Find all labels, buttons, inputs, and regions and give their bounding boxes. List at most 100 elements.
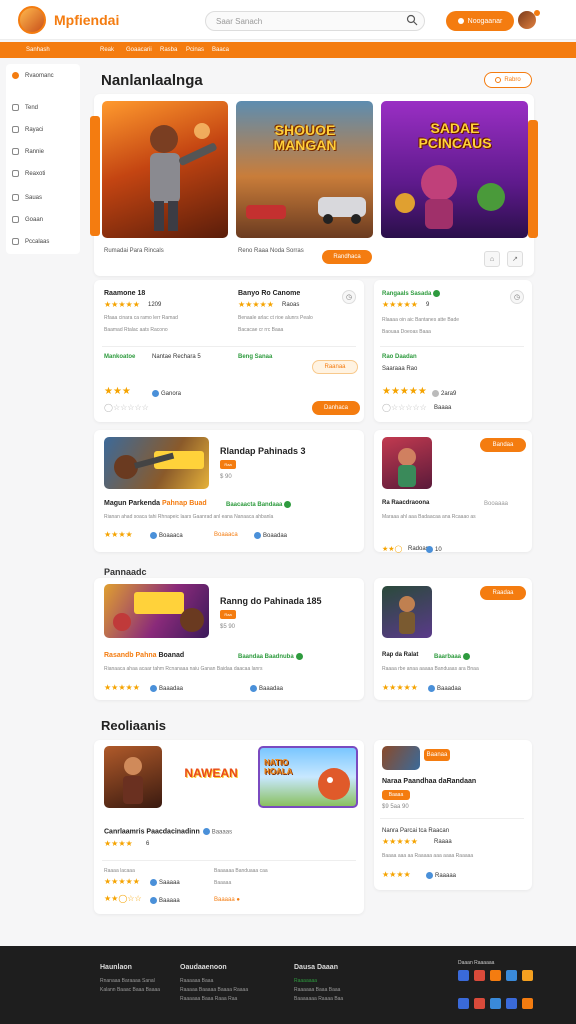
facebook-icon[interactable] (458, 970, 469, 981)
sidebar-item[interactable]: Sauas (12, 194, 42, 201)
tag-badge: Baanaa (424, 749, 450, 761)
verified-icon (295, 653, 303, 660)
footer-link[interactable]: Raaaaa Baaaaa Baaaa Raaaa (180, 987, 248, 993)
footer-link[interactable]: Kalann Baaac Baaa Baaaa (100, 987, 160, 993)
rss-icon[interactable] (522, 998, 533, 1009)
logo-text[interactable]: Mpfiendai (54, 12, 119, 28)
nav-item[interactable]: Pcinas (186, 47, 204, 53)
description: Baouaa Doeoas Baaa (382, 329, 431, 335)
list-icon (12, 148, 19, 155)
youtube-icon[interactable] (474, 970, 485, 981)
more-icon[interactable]: ◷ (510, 290, 524, 304)
rss-icon[interactable] (490, 970, 501, 981)
game-thumbnail[interactable]: NAWEAN (170, 746, 252, 808)
logo-avatar[interactable] (18, 6, 46, 34)
sidebar-item[interactable]: Pccalaas (12, 238, 49, 245)
page-title: Nanlanlaalnga (101, 72, 203, 89)
signin-button[interactable]: Noogaanar (446, 11, 514, 31)
home-icon[interactable]: ⌂ (484, 251, 500, 267)
nav-item[interactable]: Baaca (212, 47, 229, 53)
description: Baaaaaa Banduaaa caa (214, 868, 268, 874)
sidebar-item[interactable]: Goaan (12, 216, 43, 223)
info-icon (150, 685, 157, 692)
twitter-icon[interactable] (506, 970, 517, 981)
game-title: Ra Raacdraoona (382, 500, 430, 506)
search-icon[interactable] (406, 14, 418, 26)
rating-stars: ★★★★★ (382, 837, 418, 846)
tag-badge: Raa (220, 610, 236, 619)
twitter-icon[interactable] (490, 998, 501, 1009)
tag-badge: Baaaa (382, 790, 410, 800)
section-sub: Saaraaa Rao (382, 366, 418, 372)
section-label: Rao Daadan (382, 354, 417, 360)
game-thumbnail[interactable] (104, 437, 209, 489)
featured-caption: Rumadai Para Rincals (104, 248, 164, 254)
characters-artwork (395, 165, 505, 229)
game-thumbnail[interactable] (104, 584, 209, 638)
carousel-next-tab[interactable] (528, 120, 538, 238)
price: $5 90 (220, 624, 236, 630)
share-icon[interactable] (522, 970, 533, 981)
rating-stars: ★★★★★ (382, 300, 418, 309)
notification-badge (534, 10, 540, 16)
game-thumbnail[interactable] (382, 586, 432, 638)
featured-game-image[interactable]: SHOUOE MANGAN (236, 101, 373, 238)
footer-link[interactable]: Rnanaaa Baraaaa Sanal (100, 978, 155, 984)
info-icon (150, 897, 157, 904)
nav-item[interactable]: Sanhash (26, 47, 50, 53)
divider (380, 346, 524, 347)
search-input[interactable]: Saar Sanach (205, 11, 425, 31)
rating-label: Baaaaa (150, 897, 180, 904)
facebook-icon[interactable] (458, 998, 469, 1009)
rating-stars: ★★★ (104, 386, 131, 397)
game-sub-link: Baarbaaa (434, 653, 471, 660)
footer-link[interactable]: Raaaaaaa (294, 978, 317, 984)
footer-link[interactable]: Baaaaaaa Raaaa Baa (294, 996, 343, 1002)
description: Baamad Rtalac aats Racono (104, 327, 168, 333)
folder-icon (12, 238, 19, 245)
info-icon (150, 532, 157, 539)
play-button[interactable]: Randhaca (322, 250, 372, 264)
play-button[interactable]: Bandaa (480, 438, 526, 452)
rating-stars: ★★◯ (382, 546, 403, 553)
rating-stars: ★★★★★ (104, 300, 140, 309)
rating-label: Baaadaa (428, 685, 461, 692)
description: Baaaa aaa aa Raaaaa aaa aaaa Raaaaa (382, 853, 474, 859)
filter-button[interactable]: Rabro (484, 72, 532, 88)
nav-item[interactable]: Goaacarii (126, 47, 152, 53)
rating-label: Raaaaa (426, 872, 456, 879)
sidebar-item[interactable]: Reaxoti (12, 170, 45, 177)
sidebar-item[interactable]: Rannie (12, 148, 44, 155)
rating-label: Baaadaa (150, 685, 183, 692)
game-thumbnail[interactable] (382, 746, 420, 770)
game-thumbnail[interactable] (104, 746, 162, 808)
verified-icon (433, 290, 441, 297)
play-button[interactable]: Raadaa (480, 586, 526, 600)
carousel-prev-tab[interactable] (90, 116, 100, 236)
calendar-icon (12, 170, 19, 177)
nav-item[interactable]: Reak (100, 47, 114, 53)
instagram-icon[interactable] (474, 998, 485, 1009)
sidebar-item[interactable]: Rvaomanc (12, 72, 54, 79)
sidebar-item[interactable]: Rayaci (12, 126, 43, 133)
footer-heading: Oaudaaenoon (180, 964, 227, 971)
sidebar-item[interactable]: Tend (12, 104, 38, 111)
footer-link[interactable]: Raaaaaa Baaa Raaa Raa (180, 996, 237, 1002)
nav-item[interactable]: Rasba (160, 47, 177, 53)
secondary-button[interactable]: Raanaa (312, 360, 358, 374)
footer-link[interactable]: Raaaaaa Baaa Baaa (294, 987, 340, 993)
game-logo-text: NAWEAN (184, 766, 238, 780)
rating-label: Boaadaa (254, 532, 287, 539)
play-button[interactable]: Danhaca (312, 401, 360, 415)
game-thumbnail[interactable]: NATIO HOALA (258, 746, 358, 808)
featured-game-image[interactable]: SADAE PCINCAUS (381, 101, 528, 238)
linkedin-icon[interactable] (506, 998, 517, 1009)
game-thumbnail[interactable] (382, 437, 432, 489)
featured-game-image[interactable] (102, 101, 228, 238)
share-icon[interactable]: ↗ (507, 251, 523, 267)
more-icon[interactable]: ◷ (342, 290, 356, 304)
footer-link[interactable]: Raaaaaa Baaa (180, 978, 213, 984)
rating-label: 10 (426, 546, 442, 553)
rating-count: 1209 (148, 302, 162, 308)
game-subtitle: Magun Parkenda Pahnap Buad (104, 500, 207, 507)
